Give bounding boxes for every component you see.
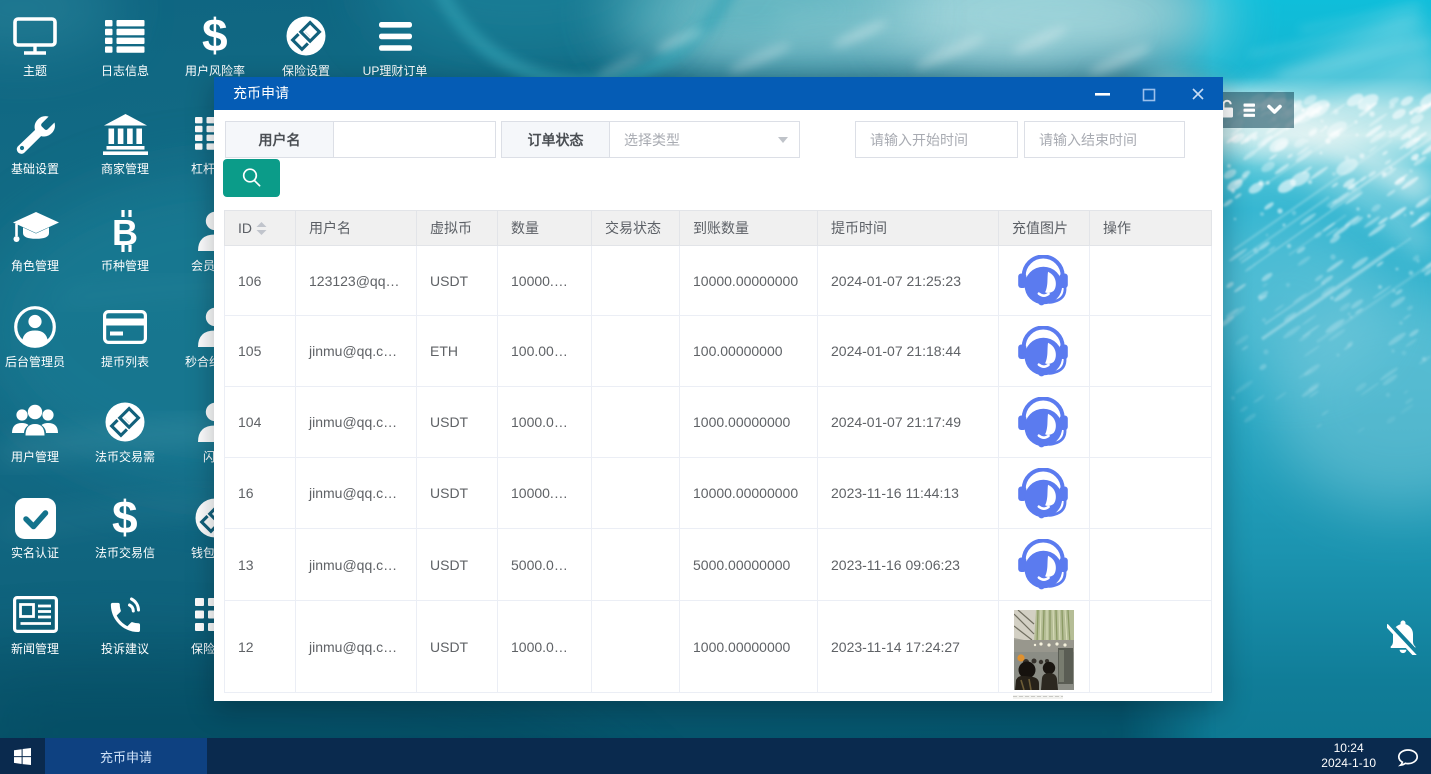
svg-text:B: B [112, 212, 138, 252]
svg-text:$: $ [112, 497, 138, 539]
svg-text:$: $ [202, 15, 228, 57]
